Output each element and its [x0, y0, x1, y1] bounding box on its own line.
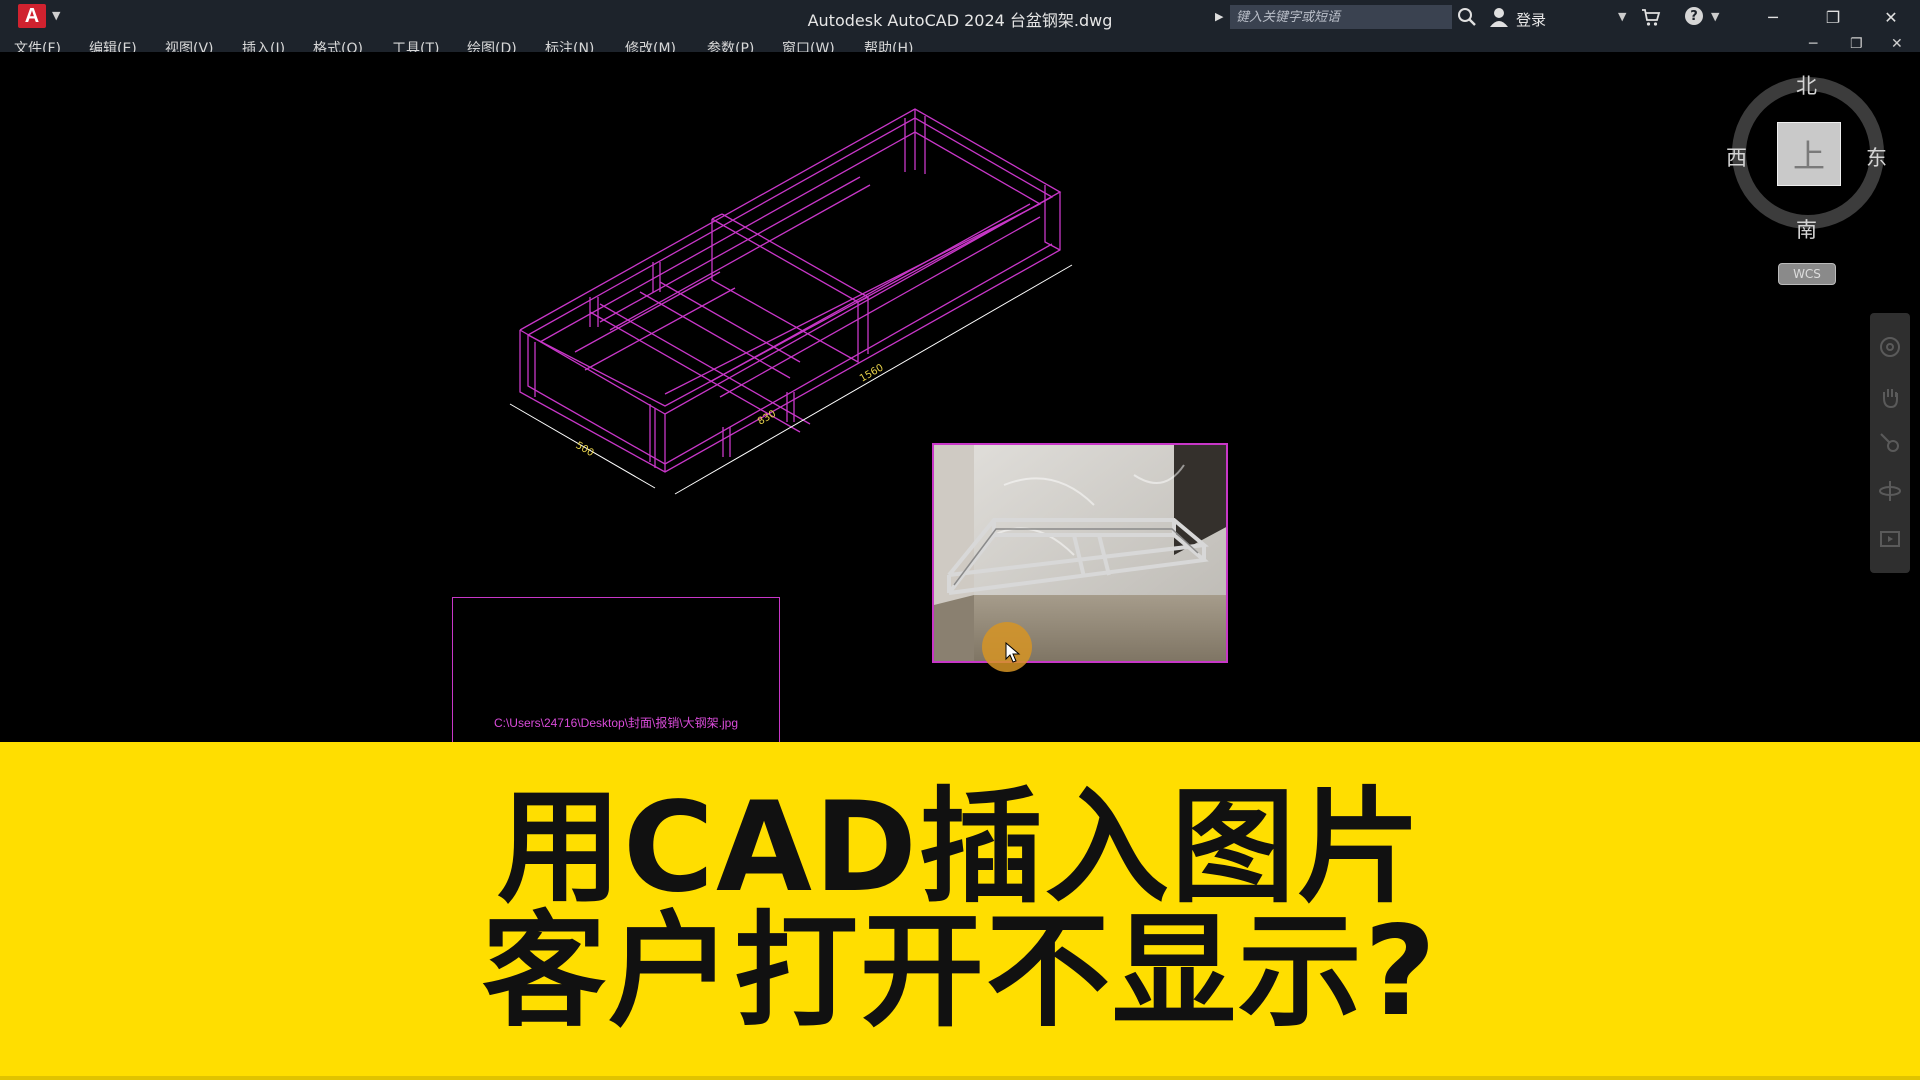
zoom-icon[interactable] — [1878, 431, 1902, 455]
caption-line-1: 用CAD插入图片 — [497, 776, 1423, 920]
menu-draw[interactable]: 绘图(D) — [467, 38, 517, 52]
dimension-width: 500 — [574, 440, 596, 459]
search-icon[interactable] — [1456, 6, 1478, 28]
cart-icon[interactable] — [1640, 6, 1662, 28]
viewcube-south[interactable]: 南 — [1796, 214, 1817, 244]
viewcube-north[interactable]: 北 — [1796, 70, 1817, 100]
dimension-total-length: 1560 — [858, 362, 886, 384]
viewcube-west[interactable]: 西 — [1726, 142, 1747, 172]
menu-tools[interactable]: 工具(T) — [392, 38, 439, 52]
doc-minimize-icon[interactable]: ─ — [1809, 36, 1817, 52]
close-icon[interactable]: ✕ — [1868, 0, 1914, 34]
window-title: Autodesk AutoCAD 2024 台盆钢架.dwg — [807, 11, 1113, 30]
user-icon[interactable] — [1488, 6, 1510, 28]
steering-wheel-icon[interactable] — [1878, 335, 1902, 359]
menu-modify[interactable]: 修改(M) — [625, 38, 676, 52]
doc-close-icon[interactable]: ✕ — [1891, 36, 1903, 52]
app-menu-caret-icon[interactable]: ▼ — [52, 9, 60, 22]
navigation-bar — [1870, 313, 1910, 573]
autocad-logo-icon[interactable]: A — [18, 4, 46, 28]
menu-help[interactable]: 帮助(H) — [864, 38, 913, 52]
menu-view[interactable]: 视图(V) — [165, 38, 214, 52]
menu-bar: 文件(F) 编辑(E) 视图(V) 插入(I) 格式(O) 工具(T) 绘图(D… — [0, 34, 1920, 52]
menu-edit[interactable]: 编辑(E) — [89, 38, 137, 52]
menu-dimension[interactable]: 标注(N) — [545, 38, 594, 52]
menu-parameter[interactable]: 参数(P) — [707, 38, 754, 52]
login-caret-icon[interactable]: ▼ — [1618, 10, 1626, 23]
menu-window[interactable]: 窗口(W) — [782, 38, 835, 52]
viewcube-top-face[interactable]: 上 — [1777, 122, 1841, 186]
image-path-text: C:\Users\24716\Desktop\封面\报销\大钢架.jpg — [493, 716, 739, 730]
menu-insert[interactable]: 插入(I) — [242, 38, 285, 52]
showmotion-icon[interactable] — [1878, 527, 1902, 551]
search-input[interactable] — [1230, 5, 1452, 29]
menu-format[interactable]: 格式(O) — [313, 38, 363, 52]
inserted-photo[interactable] — [932, 443, 1228, 663]
dimension-inner-length: 830 — [756, 409, 778, 428]
search-expand-icon[interactable]: ▶ — [1215, 10, 1223, 23]
doc-restore-icon[interactable]: ❐ — [1850, 36, 1863, 52]
banner-bottom-edge — [0, 1076, 1920, 1080]
restore-icon[interactable]: ❐ — [1810, 0, 1856, 34]
help-caret-icon[interactable]: ▼ — [1711, 10, 1719, 23]
orbit-icon[interactable] — [1878, 479, 1902, 503]
caption-banner: 用CAD插入图片 客户打开不显示? — [0, 742, 1920, 1080]
mouse-cursor-icon — [1005, 642, 1021, 663]
menu-file[interactable]: 文件(F) — [14, 38, 61, 52]
drawing-canvas[interactable]: 500 830 1560 C:\Users\24716\Desktop\封面\报… — [0, 52, 1920, 797]
title-bar: A ▼ Autodesk AutoCAD 2024 台盆钢架.dwg ▶ 登录 … — [0, 0, 1920, 34]
caption-line-2: 客户打开不显示? — [482, 900, 1438, 1044]
pan-hand-icon[interactable] — [1878, 385, 1902, 409]
help-icon[interactable]: ? — [1685, 7, 1703, 25]
viewcube-east[interactable]: 东 — [1866, 142, 1887, 172]
wcs-menu-button[interactable]: WCS — [1778, 263, 1836, 285]
minimize-icon[interactable]: ─ — [1750, 0, 1796, 34]
login-button[interactable]: 登录 — [1516, 9, 1546, 30]
